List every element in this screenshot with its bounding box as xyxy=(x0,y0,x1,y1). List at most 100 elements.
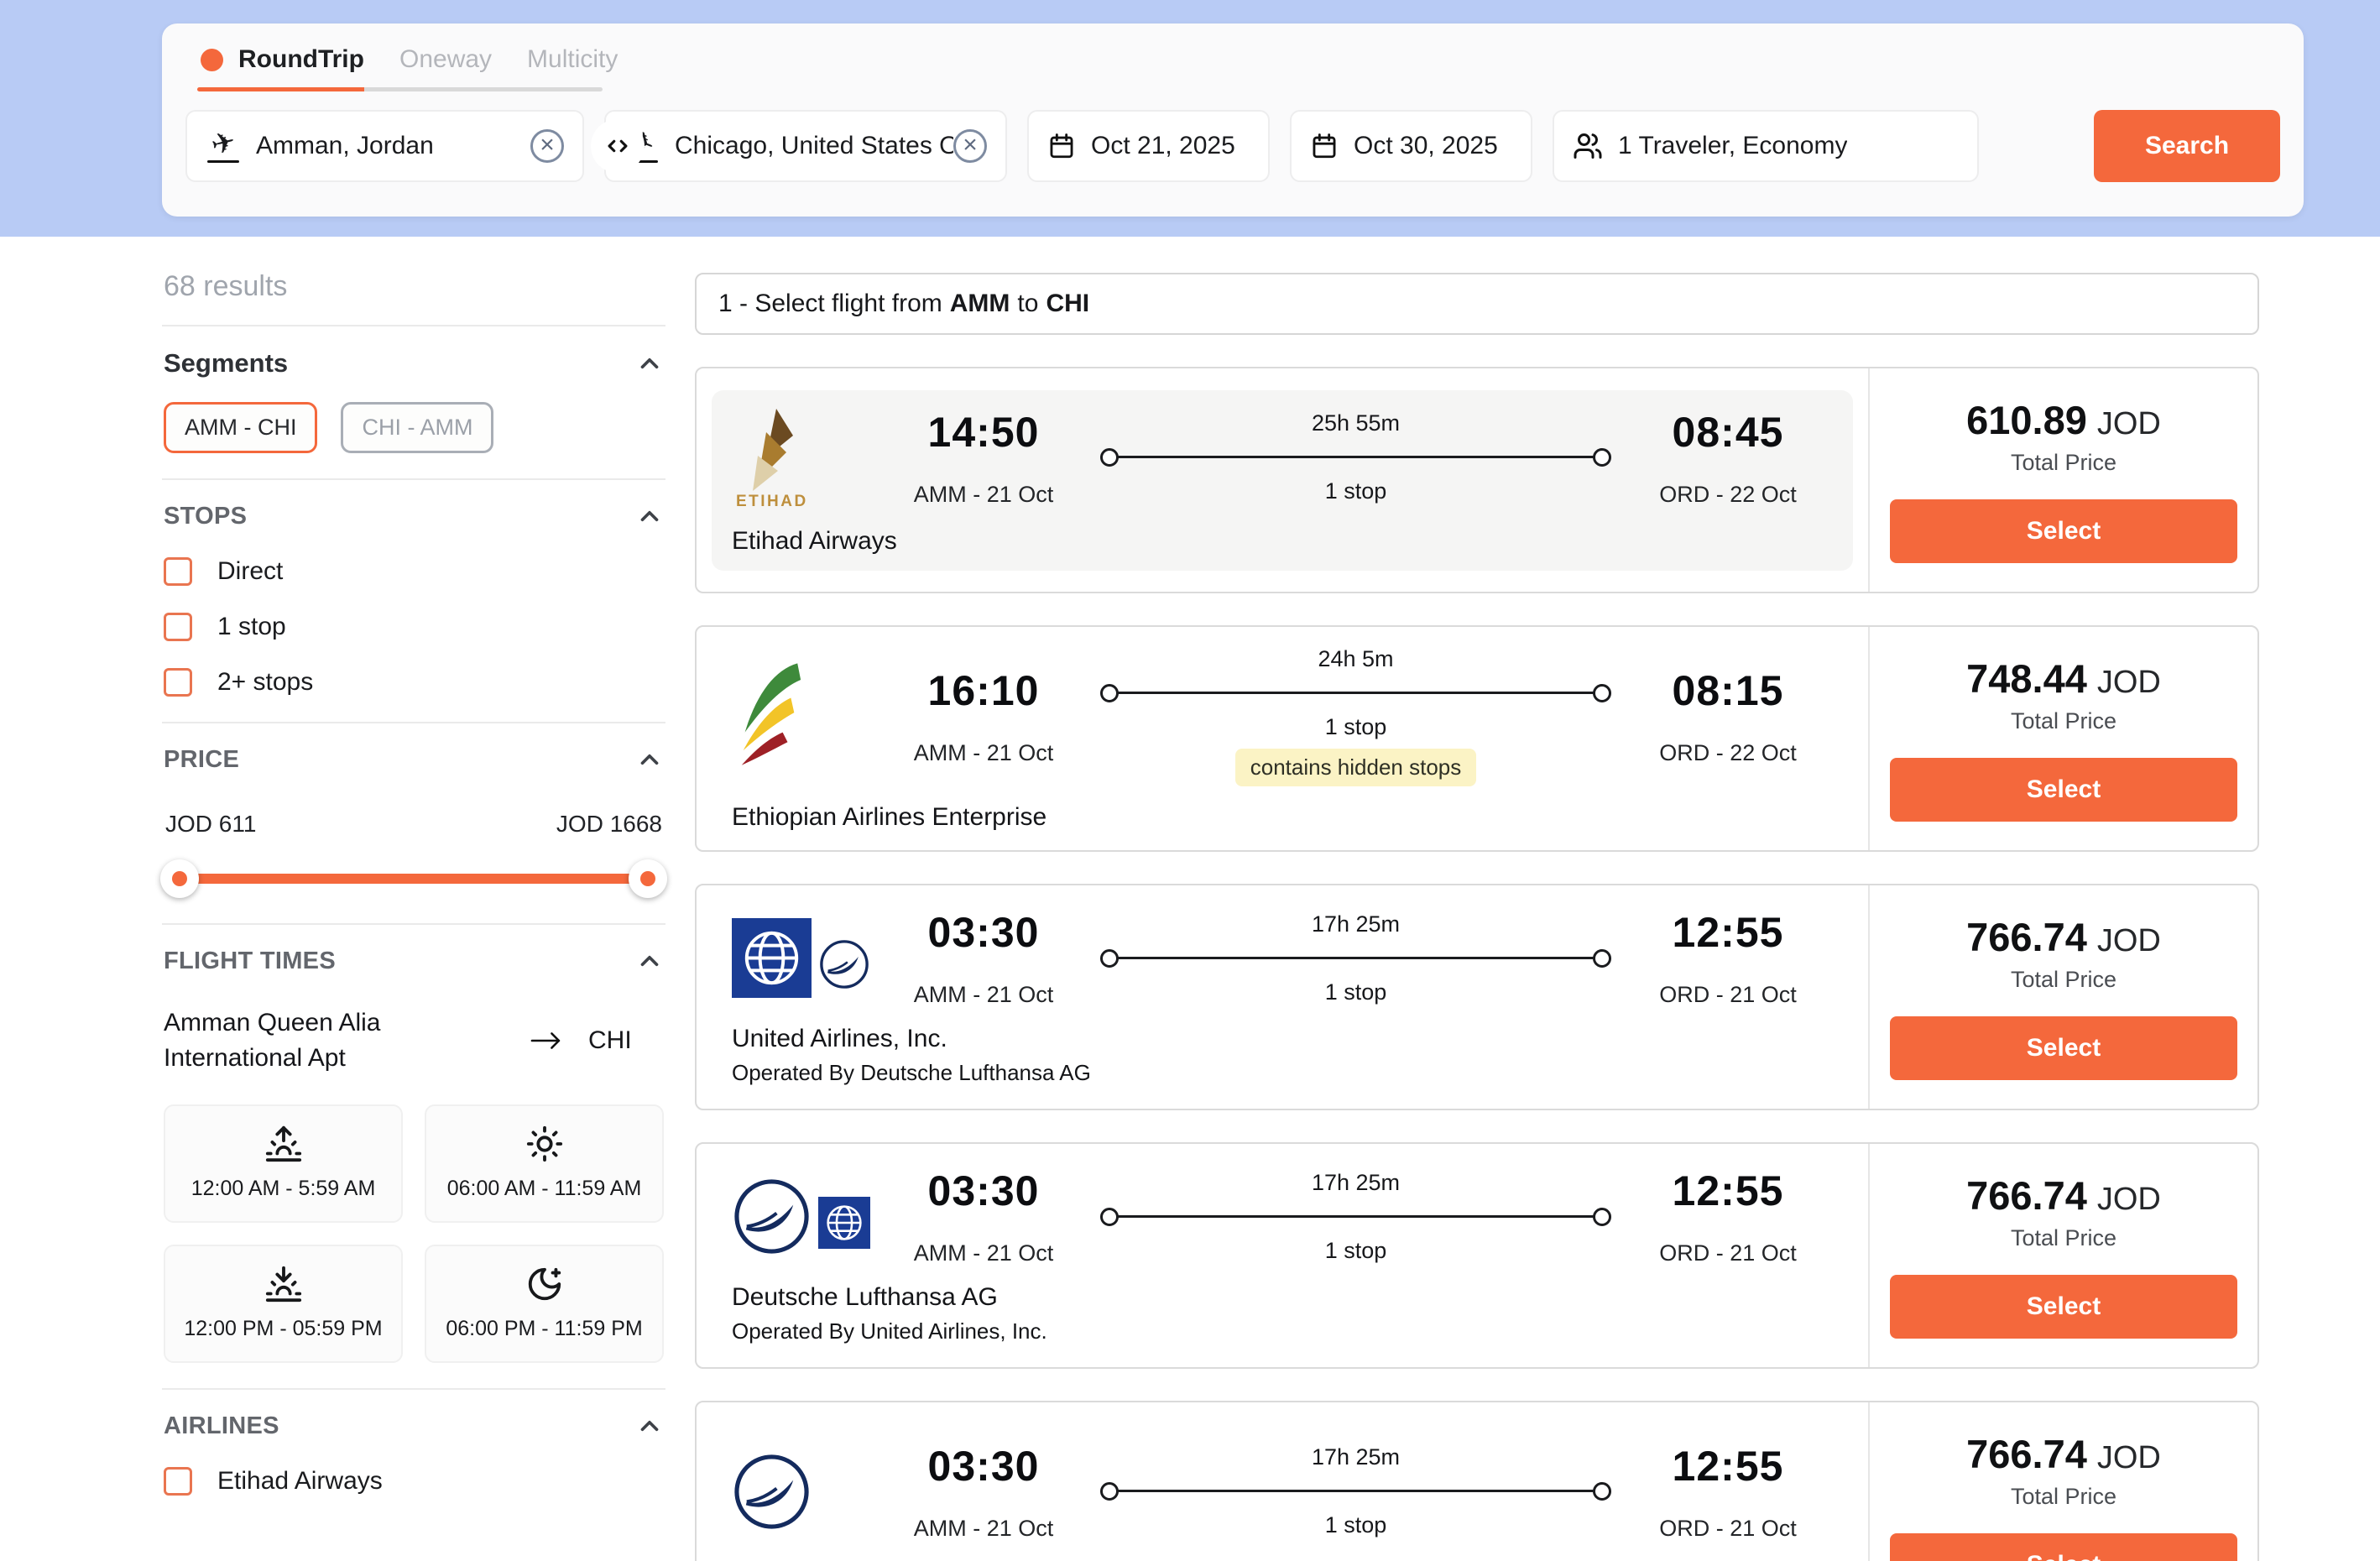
departure-info: AMM - 21 Oct xyxy=(914,482,1054,508)
checkbox-etihad-airways[interactable] xyxy=(164,1467,192,1496)
price-slider[interactable] xyxy=(164,859,664,898)
checkbox-2plus-stops[interactable] xyxy=(164,668,192,697)
stops-option-row: 2+ stops xyxy=(164,668,664,697)
flight-price-panel: 748.44 JOD Total Price Select xyxy=(1868,627,2257,850)
sunset-icon xyxy=(264,1265,303,1303)
return-date-value: Oct 30, 2025 xyxy=(1354,132,1498,160)
itinerary-timeline: 17h 25m 1 stop xyxy=(1088,1170,1623,1264)
itinerary-timeline: 17h 25m 1 stop xyxy=(1088,911,1623,1005)
segments-section: Segments AMM - CHI CHI - AMM xyxy=(162,326,665,480)
time-slot-early-morning[interactable]: 12:00 AM - 5:59 AM xyxy=(164,1104,403,1223)
segment-chip-chi-amm[interactable]: CHI - AMM xyxy=(341,402,493,453)
flight-times-collapse-button[interactable] xyxy=(635,947,664,975)
departure-time: 03:30 xyxy=(928,1442,1040,1491)
segment-chip-amm-chi[interactable]: AMM - CHI xyxy=(164,402,317,453)
airlines-section: AIRLINES Etihad Airways xyxy=(162,1390,665,1521)
search-button[interactable]: Search xyxy=(2094,110,2280,182)
flight-segment: ETIHAD 14:50 AMM - 21 Oct 25h 55m 1 stop… xyxy=(712,390,1853,571)
depart-date-field[interactable]: Oct 21, 2025 xyxy=(1027,110,1270,182)
segments-collapse-button[interactable] xyxy=(635,349,664,378)
price-slider-min-handle[interactable] xyxy=(160,859,199,898)
chevron-up-icon xyxy=(635,502,664,530)
stops-section: STOPS Direct 1 stop 2+ stops xyxy=(162,480,665,723)
flight-card: ETIHAD 14:50 AMM - 21 Oct 25h 55m 1 stop… xyxy=(695,367,2259,593)
price-currency: JOD xyxy=(2097,923,2161,959)
select-button[interactable]: Select xyxy=(1890,758,2237,822)
airlines-collapse-button[interactable] xyxy=(635,1412,664,1440)
airlines-title: AIRLINES xyxy=(164,1412,279,1440)
tab-oneway[interactable]: Oneway xyxy=(399,45,492,74)
stops-option-row: Direct xyxy=(164,557,664,586)
origin-value: Amman, Jordan xyxy=(256,132,434,160)
united-airlines-logo-icon xyxy=(732,918,812,998)
arrival-info: ORD - 21 Oct xyxy=(1659,982,1797,1008)
arrival-time: 08:45 xyxy=(1673,408,1784,457)
time-slot-afternoon[interactable]: 12:00 PM - 05:59 PM xyxy=(164,1245,403,1363)
flight-price-panel: 766.74 JOD Total Price Select xyxy=(1868,1144,2257,1367)
ethiopian-airlines-logo-icon xyxy=(732,656,806,776)
results-header-joiner: to xyxy=(1017,290,1038,318)
select-button[interactable]: Select xyxy=(1890,1016,2237,1080)
clear-origin-icon[interactable]: × xyxy=(530,129,564,163)
arrival-block: 08:45 ORD - 22 Oct xyxy=(1623,408,1833,508)
stops-option-row: 1 stop xyxy=(164,613,664,641)
time-slot-morning[interactable]: 06:00 AM - 11:59 AM xyxy=(425,1104,664,1223)
arrow-right-icon xyxy=(523,1027,570,1054)
travelers-field[interactable]: 1 Traveler, Economy xyxy=(1553,110,1979,182)
total-price: 610.89 JOD xyxy=(1966,397,2161,443)
departure-block: 14:50 AMM - 21 Oct xyxy=(879,408,1088,508)
price-section: PRICE JOD 611 JOD 1668 xyxy=(162,723,665,925)
arrival-info: ORD - 22 Oct xyxy=(1659,482,1797,508)
arrival-time: 12:55 xyxy=(1673,1167,1784,1215)
airline-option-row: Etihad Airways xyxy=(164,1467,664,1496)
checkbox-1-stop[interactable] xyxy=(164,613,192,641)
flight-card: 03:30 AMM - 21 Oct 17h 25m 1 stop 12:55 … xyxy=(695,1401,2259,1561)
price-slider-track[interactable] xyxy=(172,874,655,884)
price-slider-max-handle[interactable] xyxy=(629,859,667,898)
select-button[interactable]: Select xyxy=(1890,499,2237,563)
filters-sidebar: 68 results Segments AMM - CHI CHI - AMM … xyxy=(162,267,665,1521)
return-date-field[interactable]: Oct 30, 2025 xyxy=(1290,110,1532,182)
time-slot-label: 06:00 PM - 11:59 PM xyxy=(446,1317,642,1341)
calendar-icon xyxy=(1310,132,1339,160)
itinerary-timeline: 24h 5m 1 stop contains hidden stops xyxy=(1088,646,1623,786)
lufthansa-logo-icon xyxy=(732,1452,812,1532)
flight-card-details: 03:30 AMM - 21 Oct 17h 25m 1 stop 12:55 … xyxy=(697,1402,1868,1561)
time-slot-label: 12:00 PM - 05:59 PM xyxy=(184,1317,382,1341)
price-amount: 766.74 xyxy=(1966,1172,2087,1219)
itinerary-timeline: 17h 25m 1 stop xyxy=(1088,1444,1623,1538)
price-note: Total Price xyxy=(2011,1225,2116,1251)
stops-label: 1 stop xyxy=(1325,478,1387,504)
swap-icon xyxy=(603,132,632,160)
airline-name: Etihad Airways xyxy=(732,527,1833,556)
route-from: Amman Queen Alia International Apt xyxy=(164,1005,499,1076)
clear-destination-icon[interactable]: × xyxy=(953,129,987,163)
operated-by: Operated By Deutsche Lufthansa AG xyxy=(732,1060,1833,1086)
arrival-info: ORD - 21 Oct xyxy=(1659,1240,1797,1266)
price-amount: 610.89 xyxy=(1966,397,2087,443)
origin-input[interactable]: ✈ Amman, Jordan × xyxy=(185,110,584,182)
chevron-up-icon xyxy=(635,1412,664,1440)
tab-roundtrip[interactable]: RoundTrip xyxy=(201,45,364,74)
checkbox-2plus-stops-label: 2+ stops xyxy=(217,668,313,697)
tab-roundtrip-label: RoundTrip xyxy=(238,45,364,74)
airline-logos xyxy=(732,656,879,776)
checkbox-direct[interactable] xyxy=(164,557,192,586)
stops-collapse-button[interactable] xyxy=(635,502,664,530)
airline-name: Deutsche Lufthansa AG xyxy=(732,1558,1833,1561)
arrival-block: 12:55 ORD - 21 Oct xyxy=(1623,1167,1833,1266)
total-price: 748.44 JOD xyxy=(1966,655,2161,702)
select-button[interactable]: Select xyxy=(1890,1275,2237,1339)
price-collapse-button[interactable] xyxy=(635,745,664,774)
flight-card: 03:30 AMM - 21 Oct 17h 25m 1 stop 12:55 … xyxy=(695,884,2259,1110)
tab-multicity[interactable]: Multicity xyxy=(527,45,618,74)
swap-locations-button[interactable] xyxy=(591,119,645,173)
departure-block: 16:10 AMM - 21 Oct xyxy=(879,666,1088,766)
airline-name: Ethiopian Airlines Enterprise xyxy=(732,803,1833,832)
tab-underline xyxy=(197,87,603,91)
time-slot-evening[interactable]: 06:00 PM - 11:59 PM xyxy=(425,1245,664,1363)
price-currency: JOD xyxy=(2097,1440,2161,1476)
timeline-line xyxy=(1100,446,1611,468)
select-button[interactable]: Select xyxy=(1890,1533,2237,1561)
destination-input[interactable]: ✈ Chicago, United States Of × xyxy=(604,110,1007,182)
